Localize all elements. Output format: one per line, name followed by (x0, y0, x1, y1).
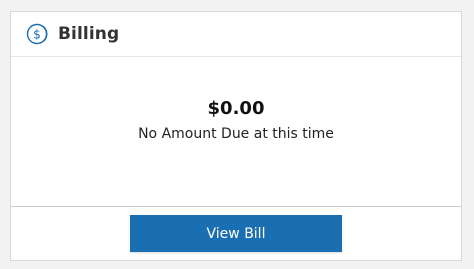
dollar-coin-icon: $ (26, 22, 50, 46)
svg-text:$: $ (33, 28, 41, 42)
billing-card: $ Billing $0.00 No Amount Due at this ti… (10, 11, 462, 261)
card-footer: View Bill (11, 206, 461, 260)
amount-note: No Amount Due at this time (138, 126, 334, 142)
amount-due: $0.00 (207, 98, 265, 119)
card-title: Billing (58, 24, 120, 44)
card-header: $ Billing (11, 12, 461, 57)
view-bill-button[interactable]: View Bill (130, 215, 342, 252)
card-body: $0.00 No Amount Due at this time (11, 57, 461, 206)
